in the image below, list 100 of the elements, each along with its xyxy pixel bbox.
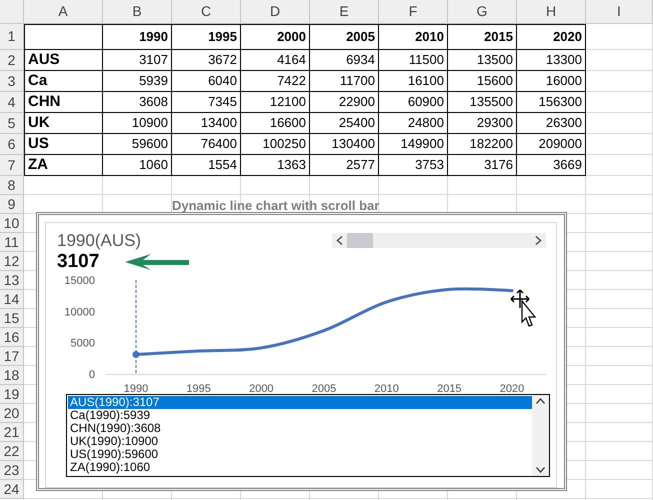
list-item[interactable]: CHN(1990):3608 <box>68 422 532 435</box>
row-header[interactable]: 22 <box>0 442 24 461</box>
row-header[interactable]: 1 <box>0 24 24 50</box>
row-header[interactable]: 19 <box>0 385 24 404</box>
table-cell: 7422 <box>241 71 310 92</box>
table-cell: 15600 <box>448 71 517 92</box>
table-cell: 25400 <box>310 113 379 134</box>
list-scroll-bar[interactable] <box>532 395 549 476</box>
row-header[interactable]: 4 <box>0 92 24 113</box>
list-item[interactable]: Ca(1990):5939 <box>68 409 532 422</box>
table-cell: 60900 <box>379 92 448 113</box>
list-item[interactable]: ZA(1990):1060 <box>68 461 532 474</box>
y-tick-label: 10000 <box>64 306 95 318</box>
column-header[interactable]: G <box>448 0 517 24</box>
x-tick-label: 2015 <box>437 383 462 394</box>
table-cell: 16600 <box>241 113 310 134</box>
x-tick-label: 2000 <box>249 383 274 394</box>
table-cell: ZA <box>24 155 103 176</box>
y-tick-label: 15000 <box>64 275 95 287</box>
table-cell: 12100 <box>241 92 310 113</box>
scroll-up-icon[interactable] <box>536 398 545 404</box>
x-tick-label: 1995 <box>186 383 211 394</box>
arrow-left-icon <box>125 254 190 270</box>
point-label: 1990(AUS) <box>57 231 142 251</box>
column-header[interactable]: D <box>241 0 310 24</box>
point-value: 3107 <box>57 251 100 273</box>
x-tick-label: 2005 <box>312 383 336 394</box>
row-header[interactable]: 24 <box>0 480 24 499</box>
y-tick-label: 5000 <box>70 338 95 350</box>
table-cell: 76400 <box>172 134 241 155</box>
table-cell: 100250 <box>241 134 310 155</box>
column-header[interactable]: H <box>517 0 586 24</box>
row-header[interactable]: 15 <box>0 309 24 328</box>
row-header[interactable]: 14 <box>0 290 24 309</box>
table-cell: 2000 <box>241 24 310 50</box>
scroll-thumb[interactable] <box>347 233 373 248</box>
table-cell: 1995 <box>172 24 241 50</box>
row-header[interactable]: 12 <box>0 252 24 271</box>
data-point <box>132 351 140 358</box>
list-item[interactable]: US(1990):59600 <box>68 448 532 461</box>
row-header[interactable]: 10 <box>0 214 24 233</box>
column-header[interactable]: I <box>586 0 653 24</box>
row-header[interactable]: 18 <box>0 366 24 385</box>
column-header[interactable]: C <box>172 0 241 24</box>
column-header[interactable]: E <box>310 0 379 24</box>
table-cell: 3608 <box>103 92 172 113</box>
table-cell: 6040 <box>172 71 241 92</box>
scroll-down-icon[interactable] <box>536 467 545 473</box>
table-cell: 13500 <box>448 50 517 71</box>
table-cell: 4164 <box>241 50 310 71</box>
row-header[interactable]: 17 <box>0 347 24 366</box>
column-header[interactable]: F <box>379 0 448 24</box>
row-header[interactable]: 11 <box>0 233 24 252</box>
table-cell: 209000 <box>517 134 586 155</box>
row-header[interactable]: 16 <box>0 328 24 347</box>
table-cell: 2020 <box>517 24 586 50</box>
table-cell: 22900 <box>310 92 379 113</box>
scroll-left-icon[interactable] <box>336 236 343 245</box>
row-header[interactable]: 5 <box>0 113 24 134</box>
row-header[interactable]: 2 <box>0 50 24 71</box>
row-header[interactable]: 23 <box>0 461 24 480</box>
table-cell: 2005 <box>310 24 379 50</box>
y-tick-label: 0 <box>88 369 95 381</box>
table-cell: 10900 <box>103 113 172 134</box>
scroll-right-icon[interactable] <box>535 236 542 245</box>
table-cell: 3753 <box>379 155 448 176</box>
table-cell: 24800 <box>379 113 448 134</box>
scroll-bar[interactable] <box>332 233 546 248</box>
column-header[interactable]: A <box>24 0 103 24</box>
x-tick-label: 2020 <box>500 383 524 394</box>
row-header[interactable]: 6 <box>0 134 24 155</box>
column-header[interactable]: B <box>103 0 172 24</box>
table-cell: US <box>24 134 103 155</box>
list-item[interactable]: AUS(1990):3107 <box>68 396 532 409</box>
table-cell: 59600 <box>103 134 172 155</box>
row-header[interactable]: 7 <box>0 155 24 176</box>
table-cell: 149900 <box>379 134 448 155</box>
table-cell: 2015 <box>448 24 517 50</box>
row-header[interactable]: 21 <box>0 423 24 442</box>
x-tick-label: 1990 <box>124 383 148 394</box>
row-header[interactable]: 8 <box>0 176 24 195</box>
row-header[interactable]: 9 <box>0 195 24 214</box>
table-cell: 13400 <box>172 113 241 134</box>
table-cell: 11500 <box>379 50 448 71</box>
table-cell: 13300 <box>517 50 586 71</box>
table-cell: UK <box>24 113 103 134</box>
table-cell: 7345 <box>172 92 241 113</box>
row-header[interactable]: 20 <box>0 404 24 423</box>
row-header[interactable]: 13 <box>0 271 24 290</box>
list-box[interactable]: AUS(1990):3107 Ca(1990):5939 CHN(1990):3608 UK(1990):10900 US(1990):59600 ZA(1990):1060 <box>66 394 550 477</box>
list-item[interactable]: UK(1990):10900 <box>68 435 532 448</box>
row-header[interactable]: 3 <box>0 71 24 92</box>
x-tick-label: 2010 <box>374 383 399 394</box>
table-cell: 3669 <box>517 155 586 176</box>
table-cell: 11700 <box>310 71 379 92</box>
table-cell: 29300 <box>448 113 517 134</box>
table-cell: 130400 <box>310 134 379 155</box>
table-cell: Ca <box>24 71 103 92</box>
table-cell: 6934 <box>310 50 379 71</box>
table-cell: CHN <box>24 92 103 113</box>
